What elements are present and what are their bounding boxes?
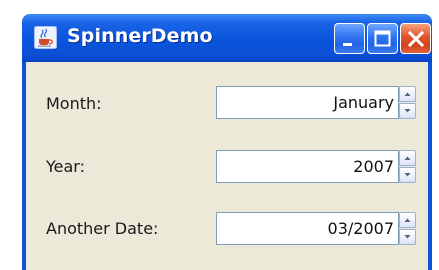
- window-title: SpinnerDemo: [67, 25, 213, 47]
- month-label: Month:: [46, 94, 102, 113]
- another-date-field[interactable]: 03/2007: [216, 212, 399, 245]
- arrow-down-icon: [404, 109, 411, 113]
- month-decrement-button[interactable]: [399, 103, 416, 119]
- maximize-icon: [374, 30, 391, 47]
- content-panel: Month: January Year: 2007 Another Date: …: [26, 62, 428, 270]
- month-field[interactable]: January: [216, 86, 399, 119]
- year-spinner[interactable]: 2007: [216, 150, 416, 183]
- another-date-decrement-button[interactable]: [399, 229, 416, 245]
- year-increment-button[interactable]: [399, 150, 416, 166]
- arrow-up-icon: [404, 156, 411, 160]
- spinner-demo-window: SpinnerDemo Month: January Year: 2007 An…: [22, 14, 432, 270]
- month-increment-button[interactable]: [399, 86, 416, 102]
- year-decrement-button[interactable]: [399, 167, 416, 183]
- arrow-down-icon: [404, 235, 411, 239]
- arrow-up-icon: [404, 218, 411, 222]
- year-field[interactable]: 2007: [216, 150, 399, 183]
- year-label: Year:: [46, 157, 85, 176]
- another-date-label: Another Date:: [46, 219, 159, 238]
- arrow-down-icon: [404, 173, 411, 177]
- another-date-increment-button[interactable]: [399, 212, 416, 228]
- minimize-icon: [343, 43, 352, 46]
- another-date-spinner[interactable]: 03/2007: [216, 212, 416, 245]
- java-coffee-cup-icon: [34, 26, 57, 49]
- maximize-button[interactable]: [367, 23, 398, 54]
- close-icon: [407, 30, 425, 48]
- close-button[interactable]: [400, 23, 431, 54]
- minimize-button[interactable]: [334, 23, 365, 54]
- title-bar[interactable]: SpinnerDemo: [22, 14, 432, 62]
- month-spinner[interactable]: January: [216, 86, 416, 119]
- arrow-up-icon: [404, 92, 411, 96]
